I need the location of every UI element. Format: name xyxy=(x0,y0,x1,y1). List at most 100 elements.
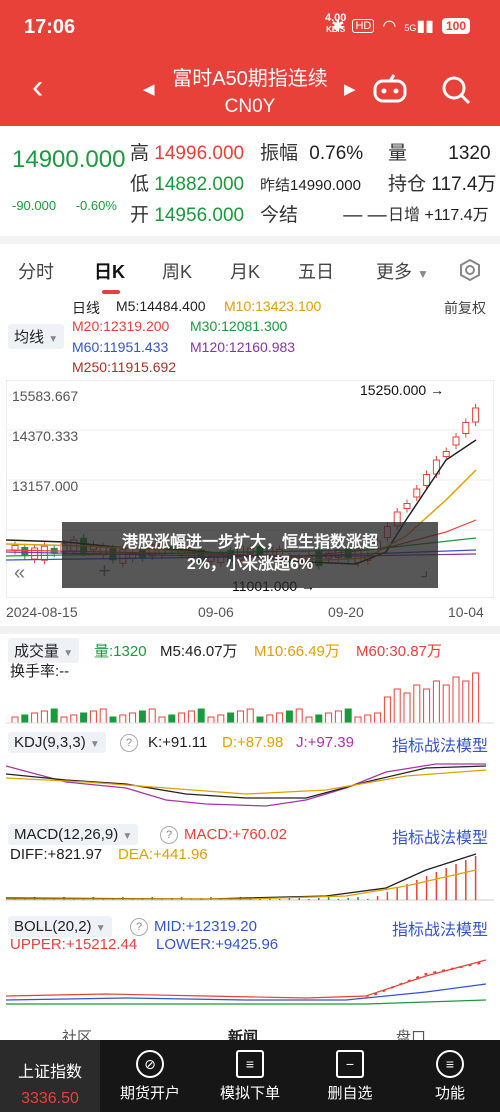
settings-icon[interactable] xyxy=(458,258,482,282)
strategy-link[interactable]: 指标战法模型 xyxy=(392,824,488,848)
boll-lower-label: LOWER:+9425.96 xyxy=(156,936,279,953)
volume-bar xyxy=(89,710,97,724)
tab-daily-k[interactable]: 日K xyxy=(94,258,125,294)
volume-label: 量:1320 xyxy=(94,643,147,660)
y-axis-mid: 14370.333 xyxy=(12,428,79,444)
tab-weekly-k[interactable]: 周K xyxy=(162,258,192,284)
volume-bar xyxy=(305,716,313,724)
remove-watchlist-button[interactable]: − 删自选 xyxy=(300,1040,400,1112)
index-ticker[interactable]: 上证指数 3336.50 xyxy=(0,1040,100,1112)
futures-account-button[interactable]: ⊘ 期货开户 xyxy=(100,1040,200,1112)
chevron-down-icon: ▼ xyxy=(89,739,100,750)
volume-bar xyxy=(207,716,215,724)
status-bar: 17:06 4.00 KB/S ✱ HD ◠ 5G▮▮ 100 xyxy=(0,0,500,56)
ma-select[interactable]: 均线 ▼ xyxy=(8,324,65,349)
ma120-label: M120:12160.983 xyxy=(190,339,296,355)
menu-icon: ≡ xyxy=(436,1050,464,1078)
chevron-down-icon: ▼ xyxy=(63,648,74,659)
volume-bar xyxy=(276,712,284,724)
search-icon[interactable] xyxy=(440,74,472,106)
volume-bar xyxy=(315,714,323,724)
kdj-select[interactable]: KDJ(9,3,3) ▼ xyxy=(8,732,106,753)
vol-m5-label: M5:46.07万 xyxy=(160,643,238,660)
robot-assistant-icon[interactable] xyxy=(372,74,408,104)
ma250-label: M250:11915.692 xyxy=(72,359,177,375)
volume-bar xyxy=(148,708,156,724)
restore-rights-label[interactable]: 前复权 xyxy=(444,298,486,318)
strategy-link[interactable]: 指标战法模型 xyxy=(392,916,488,940)
tab-intraday[interactable]: 分时 xyxy=(18,258,54,284)
candle xyxy=(21,547,29,557)
volume-bar xyxy=(472,672,480,724)
volume-bar xyxy=(11,716,19,724)
candle xyxy=(31,547,39,560)
remove-icon: − xyxy=(336,1050,364,1078)
contract-title: 富时A50期指连续 xyxy=(172,68,328,90)
chevron-down-icon: ▼ xyxy=(417,267,429,281)
bluetooth-icon: ✱ xyxy=(331,18,345,35)
wifi-icon: ◠ xyxy=(382,18,397,35)
chevron-down-icon: ▼ xyxy=(122,831,133,842)
vol-m10-label: M10:66.49万 xyxy=(254,643,340,660)
tab-more[interactable]: 更多 ▼ xyxy=(376,258,429,284)
volume-bar xyxy=(452,676,460,724)
kline-chart-area[interactable]: 日线 M5:14484.400 M10:13423.100 前复权 均线 ▼ M… xyxy=(0,292,500,1022)
volume-value: 1320 xyxy=(448,143,491,164)
high-value: 14996.000 xyxy=(154,143,245,164)
candle xyxy=(462,422,470,434)
volume-bar xyxy=(129,712,137,724)
volume-bar xyxy=(403,692,411,724)
ma5-label: M5:14484.400 xyxy=(116,298,206,314)
document-icon: ≡ xyxy=(236,1050,264,1078)
volume-bar xyxy=(40,710,48,724)
volume-bar xyxy=(266,714,274,724)
functions-button[interactable]: ≡ 功能 xyxy=(400,1040,500,1112)
volume-bar xyxy=(119,714,127,724)
candle xyxy=(423,474,431,486)
volume-bar xyxy=(187,710,195,724)
vol-m60-label: M60:30.87万 xyxy=(356,643,442,660)
tab-monthly-k[interactable]: 月K xyxy=(230,258,260,284)
price-change: -90.000 -0.60% xyxy=(12,198,117,213)
boll-mid-label: MID:+12319.20 xyxy=(154,918,257,935)
y-axis-low: 13157.000 xyxy=(12,478,79,494)
volume-bar xyxy=(354,716,362,724)
volume-bar xyxy=(197,708,205,724)
date-label: 09-20 xyxy=(328,604,364,620)
ma30-label: M30:12081.300 xyxy=(190,318,288,334)
news-toast[interactable]: 港股涨幅进一步扩大，恒生指数涨超 2%，小米涨超6% xyxy=(62,522,438,588)
macd-select[interactable]: MACD(12,26,9) ▼ xyxy=(8,824,139,845)
boll-select[interactable]: BOLL(20,2) ▼ xyxy=(8,916,112,937)
chevron-down-icon: ▼ xyxy=(95,923,106,934)
bottom-nav: 上证指数 3336.50 ⊘ 期货开户 ≡ 模拟下单 − 删自选 ≡ 功能 xyxy=(0,1040,500,1112)
help-icon[interactable]: ? xyxy=(160,826,178,844)
quote-panel: 14900.000 -90.000 -0.60% 高 14996.000 低 1… xyxy=(0,126,500,236)
volume-bar xyxy=(99,708,107,724)
sim-order-button[interactable]: ≡ 模拟下单 xyxy=(200,1040,300,1112)
volume-bar xyxy=(325,712,333,724)
oi-increase-value: +117.4万 xyxy=(424,207,489,224)
last-price: 14900.000 xyxy=(12,146,126,173)
status-time: 17:06 xyxy=(24,16,76,38)
volume-bar xyxy=(344,708,352,724)
kdj-chart xyxy=(6,763,487,807)
help-icon[interactable]: ? xyxy=(120,734,138,752)
tab-five-day[interactable]: 五日 xyxy=(298,258,334,284)
kdj-k-label: K:+91.11 xyxy=(148,734,208,751)
collapse-icon[interactable]: « xyxy=(14,562,25,585)
y-axis-top: 15583.667 xyxy=(12,388,79,404)
volume-bar xyxy=(462,680,470,724)
volume-bar xyxy=(285,710,293,724)
volume-bar xyxy=(168,714,176,724)
volume-bar xyxy=(374,712,382,724)
volume-chart xyxy=(6,672,494,724)
strategy-link[interactable]: 指标战法模型 xyxy=(392,732,488,756)
date-label: 10-04 xyxy=(448,604,484,620)
help-icon[interactable]: ? xyxy=(130,918,148,936)
volume-bar xyxy=(256,716,264,724)
open-value: 14956.000 xyxy=(154,205,245,226)
volume-bar xyxy=(236,710,244,724)
kdj-d-label: D:+87.98 xyxy=(222,734,284,751)
next-contract-icon[interactable]: ▶ xyxy=(344,80,356,98)
volume-bar xyxy=(295,708,303,724)
